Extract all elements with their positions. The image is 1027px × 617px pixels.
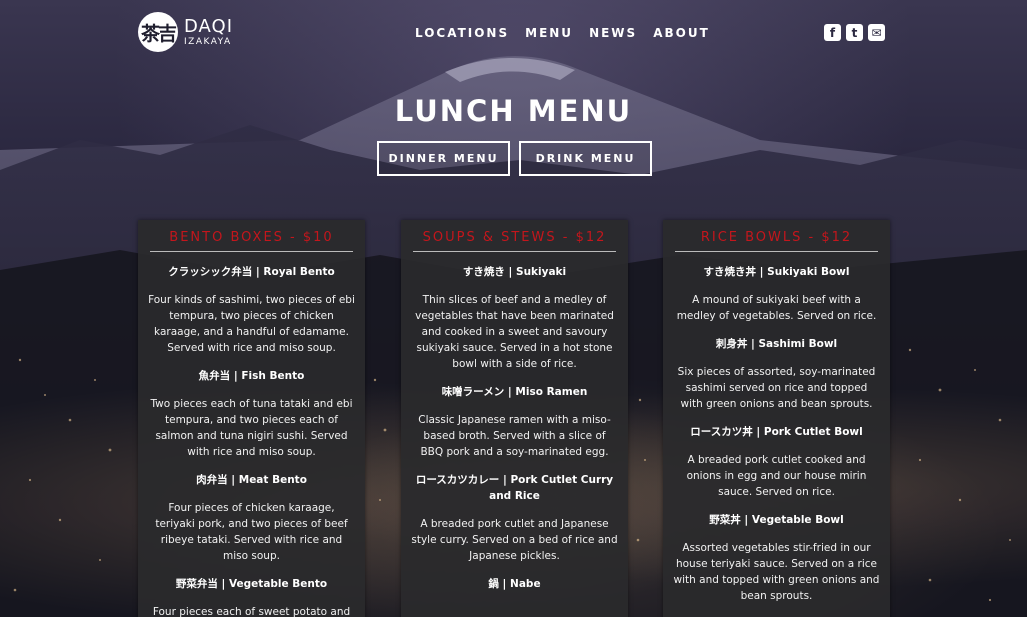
site-header: 茶吉 DAQI IZAKAYA LOCATIONS MENU NEWS ABOU… <box>0 0 1027 66</box>
menu-item-description: Two pieces each of tuna tataki and ebi t… <box>150 398 353 458</box>
menu-item-list: すき焼き丼 | Sukiyaki Bowl A mound of sukiyak… <box>663 264 890 604</box>
nav-item-locations[interactable]: LOCATIONS <box>415 26 509 40</box>
menu-item-name: 鍋 | Nabe <box>488 578 541 590</box>
nav-item-menu[interactable]: MENU <box>525 26 573 40</box>
menu-item-name: クラッシック弁当 | Royal Bento <box>168 266 335 278</box>
menu-item-description: Classic Japanese ramen with a miso-based… <box>418 414 611 458</box>
menu-item-description: Four pieces of chicken karaage, teriyaki… <box>155 502 348 562</box>
twitter-icon[interactable]: t <box>846 24 863 41</box>
menu-item-name: 肉弁当 | Meat Bento <box>196 474 307 486</box>
section-title: SOUPS & STEWS - $12 <box>413 230 616 252</box>
brand-name: DAQI <box>184 15 234 37</box>
drink-menu-button[interactable]: DRINK MENU <box>519 141 652 176</box>
main-nav: LOCATIONS MENU NEWS ABOUT <box>415 26 710 40</box>
menu-item-description: Six pieces of assorted, soy-marinated sa… <box>677 366 876 410</box>
menu-item-description: A breaded pork cutlet cooked and onions … <box>686 454 867 498</box>
logo-wordmark: DAQI IZAKAYA <box>184 15 234 47</box>
brand-logo[interactable]: 茶吉 DAQI IZAKAYA <box>138 12 233 52</box>
dinner-menu-button[interactable]: DINNER MENU <box>377 141 510 176</box>
menu-item-list: クラッシック弁当 | Royal Bento Four kinds of sas… <box>138 264 365 617</box>
menu-item-name: 野菜丼 | Vegetable Bowl <box>709 514 844 526</box>
nav-item-news[interactable]: NEWS <box>589 26 637 40</box>
email-icon[interactable]: ✉ <box>868 24 885 41</box>
menu-cards: BENTO BOXES - $10 クラッシック弁当 | Royal Bento… <box>138 220 890 617</box>
menu-item-description: A mound of sukiyaki beef with a medley o… <box>676 294 877 322</box>
menu-item-name: ロースカツカレー | Pork Cutlet Curry and Rice <box>415 474 614 502</box>
menu-item-description: Four pieces each of sweet potato and <box>152 606 351 617</box>
menu-item-description: Four kinds of sashimi, two pieces of ebi… <box>148 294 355 354</box>
section-title: RICE BOWLS - $12 <box>675 230 878 252</box>
menu-item-name: 野菜弁当 | Vegetable Bento <box>175 578 328 590</box>
logo-emblem: 茶吉 <box>138 12 178 52</box>
page-title: LUNCH MENU <box>394 94 633 128</box>
menu-item-description: Thin slices of beef and a medley of vege… <box>415 294 614 370</box>
facebook-icon[interactable]: f <box>824 24 841 41</box>
nav-item-about[interactable]: ABOUT <box>653 26 710 40</box>
section-title: BENTO BOXES - $10 <box>150 230 353 252</box>
menu-item-description: Assorted vegetables stir-fried in our ho… <box>673 542 880 602</box>
menu-item-name: 味噌ラーメン | Miso Ramen <box>441 386 588 398</box>
menu-switch-buttons: DINNER MENU DRINK MENU <box>377 141 652 176</box>
social-links: f t ✉ <box>824 24 885 41</box>
menu-card-rice-bowls: RICE BOWLS - $12 すき焼き丼 | Sukiyaki Bowl A… <box>663 220 890 617</box>
menu-item-name: 魚弁当 | Fish Bento <box>198 370 305 382</box>
menu-item-name: 刺身丼 | Sashimi Bowl <box>715 338 838 350</box>
menu-item-name: ロースカツ丼 | Pork Cutlet Bowl <box>690 426 863 438</box>
menu-item-name: すき焼き丼 | Sukiyaki Bowl <box>703 266 850 278</box>
menu-item-list: すき焼き | Sukiyaki Thin slices of beef and … <box>401 264 628 592</box>
menu-card-bento-boxes: BENTO BOXES - $10 クラッシック弁当 | Royal Bento… <box>138 220 365 617</box>
menu-item-name: すき焼き | Sukiyaki <box>462 266 567 278</box>
menu-item-description: A breaded pork cutlet and Japanese style… <box>411 518 618 562</box>
menu-card-soups-stews: SOUPS & STEWS - $12 すき焼き | Sukiyaki Thin… <box>401 220 628 617</box>
brand-subtitle: IZAKAYA <box>184 36 232 47</box>
